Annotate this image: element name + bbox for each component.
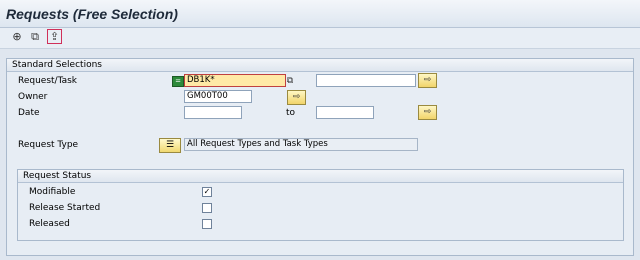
date-to-input[interactable] (316, 106, 374, 119)
request-status-title: Request Status (23, 171, 92, 181)
date-multiple-selection-button[interactable]: ⇨ (418, 105, 437, 120)
request-task-input[interactable]: DB1K* (184, 74, 286, 87)
page-title: Requests (Free Selection) (6, 6, 178, 22)
request-status-group: Request Status Modifiable ✓ Release Star… (17, 169, 624, 241)
request-type-label: Request Type (18, 140, 79, 150)
title-bar: Requests (Free Selection) (0, 0, 640, 28)
request-task-multiple-selection-button[interactable]: ⇨ (418, 73, 437, 88)
released-label: Released (29, 219, 70, 229)
release-started-checkbox[interactable] (202, 203, 212, 213)
standard-selections-group: Standard Selections Request/Task = DB1K*… (6, 58, 634, 256)
request-type-value: All Request Types and Task Types (184, 138, 418, 151)
released-checkbox[interactable] (202, 219, 212, 229)
modifiable-label: Modifiable (29, 187, 76, 197)
request-task-to-input[interactable] (316, 74, 416, 87)
get-variant-icon[interactable]: ⇪ (47, 29, 62, 44)
standard-selections-header: Standard Selections (7, 59, 633, 72)
variant-icon[interactable]: ⧉ (28, 30, 42, 44)
request-status-header: Request Status (18, 170, 623, 183)
owner-input[interactable]: GM00T00 (184, 90, 252, 103)
request-task-label: Request/Task (18, 76, 78, 86)
application-toolbar: ⊕ ⧉ ⇪ (0, 28, 640, 49)
date-to-label: to (286, 108, 296, 118)
request-type-selection-button[interactable]: ☰ (159, 138, 181, 153)
date-from-input[interactable] (184, 106, 242, 119)
select-option-icon[interactable]: = (172, 76, 184, 87)
release-started-label: Release Started (29, 203, 101, 213)
value-help-icon[interactable]: ⧉ (285, 76, 295, 86)
owner-label: Owner (18, 92, 48, 102)
execute-icon[interactable]: ⊕ (10, 30, 24, 44)
standard-selections-title: Standard Selections (12, 60, 102, 70)
modifiable-checkbox[interactable]: ✓ (202, 187, 212, 197)
owner-multiple-selection-button[interactable]: ⇨ (287, 90, 306, 105)
date-label: Date (18, 108, 40, 118)
